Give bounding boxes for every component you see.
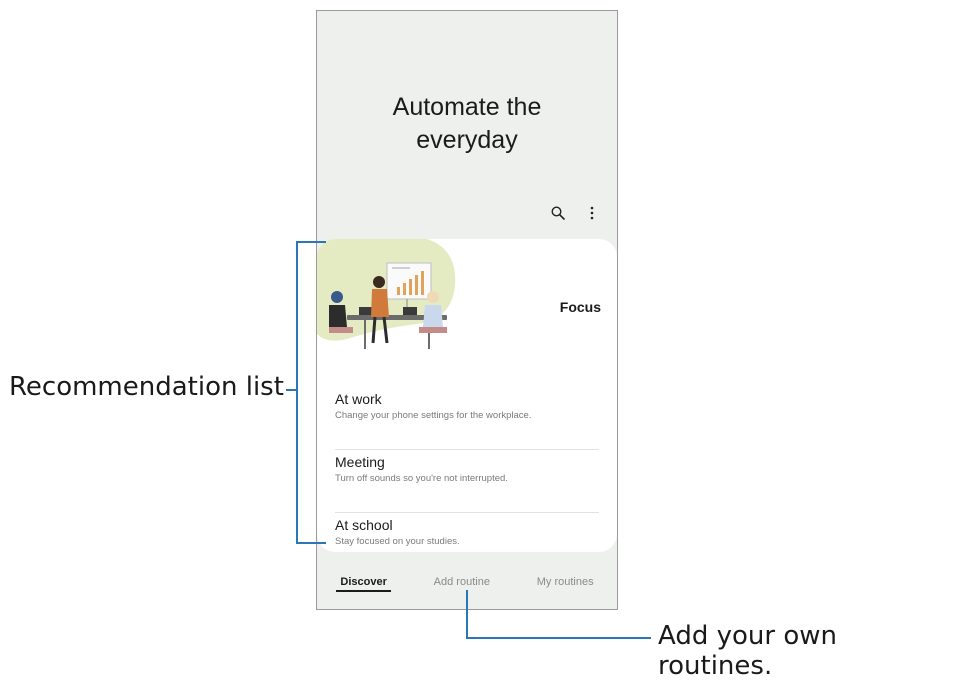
callout-bracket-top bbox=[296, 241, 326, 243]
callout-line bbox=[466, 590, 468, 638]
more-vert-icon[interactable] bbox=[583, 204, 601, 222]
hero-title: Automate the everyday bbox=[392, 93, 542, 154]
list-item-title: Meeting bbox=[335, 454, 385, 470]
tab-discover[interactable]: Discover bbox=[336, 576, 392, 592]
callout-line bbox=[466, 637, 651, 639]
add-routine-callout: Add your own routines. bbox=[658, 621, 837, 681]
tab-add-routine[interactable]: Add routine bbox=[430, 576, 494, 588]
recommendation-list-callout: Recommendation list bbox=[9, 372, 284, 402]
featured-routine-label: Focus bbox=[559, 299, 601, 315]
callout-bracket-bottom bbox=[296, 542, 326, 544]
callout-line bbox=[286, 389, 296, 391]
list-item-title: At work bbox=[335, 391, 382, 407]
callout-bracket bbox=[296, 241, 298, 544]
recommendation-list: At work Change your phone settings for t… bbox=[335, 387, 599, 576]
list-item-desc: Turn off sounds so you're not interrupte… bbox=[335, 473, 508, 484]
list-item-desc: Change your phone settings for the workp… bbox=[335, 410, 532, 421]
phone-screen: Automate the everyday Focus At work Chan… bbox=[316, 10, 618, 610]
meeting-illustration bbox=[317, 239, 456, 349]
toolbar bbox=[549, 204, 601, 222]
search-icon[interactable] bbox=[549, 204, 567, 222]
list-item-desc: Stay focused on your studies. bbox=[335, 536, 460, 547]
list-item-title: At school bbox=[335, 517, 393, 533]
list-item-at-work[interactable]: At work Change your phone settings for t… bbox=[335, 387, 599, 450]
list-item-meeting[interactable]: Meeting Turn off sounds so you're not in… bbox=[335, 450, 599, 513]
tab-my-routines[interactable]: My routines bbox=[533, 576, 598, 588]
